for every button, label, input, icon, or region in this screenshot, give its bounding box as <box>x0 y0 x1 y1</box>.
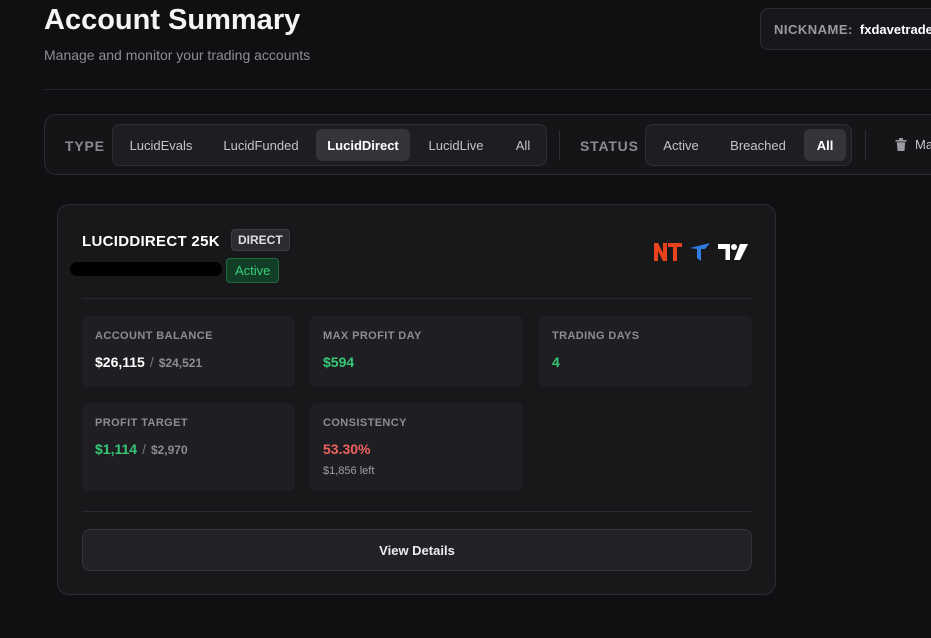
type-filter-group: LucidEvals LucidFunded LucidDirect Lucid… <box>112 124 547 166</box>
balance-value: $26,115 <box>95 354 145 370</box>
filter-separator <box>865 130 866 160</box>
platform-logos <box>653 242 749 262</box>
stat-value: $1,114/ $2,970 <box>95 441 188 457</box>
stat-value: $26,115/ $24,521 <box>95 354 202 370</box>
page-title: Account Summary <box>44 4 301 36</box>
manage-label: Ma <box>915 137 931 152</box>
manage-button[interactable]: Ma <box>895 137 931 152</box>
card-divider <box>82 511 752 512</box>
stat-max-profit-day: MAX PROFIT DAY $594 <box>310 316 523 387</box>
card-divider <box>82 298 752 299</box>
filter-separator <box>559 130 560 160</box>
status-filter-label: STATUS <box>580 138 639 154</box>
nickname-field[interactable]: NICKNAME: fxdavetrader <box>760 8 931 50</box>
type-option-lucidlive[interactable]: LucidLive <box>415 129 497 161</box>
balance-start-value: $24,521 <box>158 356 203 370</box>
separator-slash: / <box>149 354 154 370</box>
redacted-account-id <box>70 262 222 276</box>
tradovate-logo <box>690 243 710 261</box>
stat-value: $594 <box>323 354 355 370</box>
profit-target-goal: $2,970 <box>150 443 188 457</box>
nickname-value: fxdavetrader <box>859 21 931 37</box>
stat-profit-target: PROFIT TARGET $1,114/ $2,970 <box>82 403 295 491</box>
nickname-label: NICKNAME: <box>774 21 853 37</box>
type-option-luciddirect[interactable]: LucidDirect <box>316 129 410 161</box>
tradingview-logo <box>718 244 748 260</box>
account-type-badge: DIRECT <box>231 229 290 251</box>
type-option-all[interactable]: All <box>503 129 543 161</box>
stat-account-balance: ACCOUNT BALANCE $26,115/ $24,521 <box>82 316 295 387</box>
stat-label: ACCOUNT BALANCE <box>95 330 213 342</box>
stat-value: 4 <box>552 354 560 370</box>
type-filter-label: TYPE <box>65 138 105 154</box>
filter-bar: TYPE LucidEvals LucidFunded LucidDirect … <box>44 114 931 175</box>
status-badge: Active <box>226 258 280 283</box>
separator-slash: / <box>142 441 146 457</box>
stat-label: CONSISTENCY <box>323 417 407 429</box>
profit-target-value: $1,114 <box>95 441 138 457</box>
account-card: LUCIDDIRECT 25K DIRECT Active ACCOUNT BA… <box>57 204 776 595</box>
status-option-breached[interactable]: Breached <box>718 129 798 161</box>
type-option-lucidevals[interactable]: LucidEvals <box>117 129 205 161</box>
page-subtitle: Manage and monitor your trading accounts <box>44 47 311 63</box>
stat-note: $1,856 left <box>323 465 375 477</box>
stat-label: PROFIT TARGET <box>95 417 188 429</box>
header-divider <box>44 89 931 90</box>
status-option-active[interactable]: Active <box>650 129 712 161</box>
stat-consistency: CONSISTENCY 53.30% $1,856 left <box>310 403 523 491</box>
trash-icon <box>895 138 907 151</box>
stat-trading-days: TRADING DAYS 4 <box>539 316 752 387</box>
stat-value: 53.30% <box>323 441 371 457</box>
stat-label: TRADING DAYS <box>552 330 640 342</box>
stat-label: MAX PROFIT DAY <box>323 330 422 342</box>
status-filter-group: Active Breached All <box>645 124 852 166</box>
status-option-all[interactable]: All <box>804 129 846 161</box>
account-name: LUCIDDIRECT 25K <box>82 233 220 250</box>
view-details-button[interactable]: View Details <box>82 529 752 571</box>
type-option-lucidfunded[interactable]: LucidFunded <box>211 129 311 161</box>
ninjatrader-logo <box>654 243 682 261</box>
